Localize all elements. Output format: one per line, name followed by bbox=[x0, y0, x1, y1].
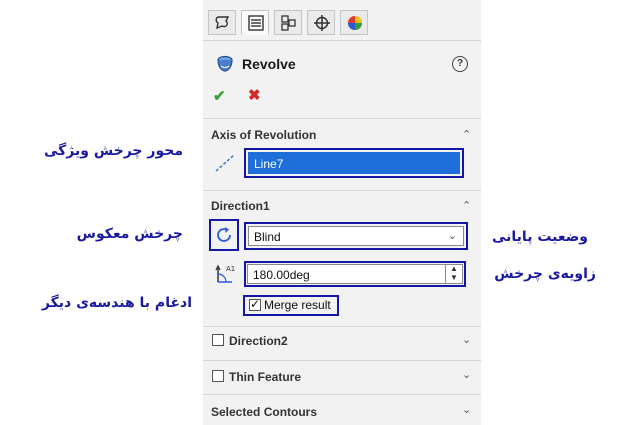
chevron-down-icon[interactable]: ⌄ bbox=[462, 333, 471, 346]
section-divider bbox=[203, 118, 481, 119]
annotation-end-condition: وضعیت پایانی bbox=[492, 229, 588, 245]
angle-value: 180.00deg bbox=[253, 268, 310, 282]
configuration-manager-icon bbox=[281, 15, 296, 31]
svg-text:A1: A1 bbox=[226, 265, 235, 273]
merge-result-checkbox[interactable]: ✓ bbox=[249, 297, 261, 311]
configuration-manager-tab[interactable] bbox=[274, 10, 302, 35]
thin-feature-checkbox[interactable] bbox=[212, 370, 224, 382]
direction2-checkbox[interactable] bbox=[212, 334, 224, 346]
end-condition-value: Blind bbox=[254, 230, 281, 244]
direction2-label[interactable]: Direction2 bbox=[229, 334, 288, 348]
annotation-rotation-angle: زاویه‌ی چرخش bbox=[494, 266, 596, 282]
dimxpert-tab[interactable] bbox=[307, 10, 335, 35]
section-divider bbox=[203, 360, 481, 361]
direction1-section-title[interactable]: Direction1 bbox=[211, 199, 270, 213]
merge-result-label[interactable]: Merge result bbox=[264, 298, 331, 312]
manager-tabs bbox=[203, 0, 481, 41]
axis-selection-box[interactable]: Line7 bbox=[248, 152, 460, 174]
collapse-chevron-up-icon[interactable]: ⌃ bbox=[462, 199, 471, 212]
end-condition-dropdown[interactable]: Blind ⌄ bbox=[248, 226, 464, 246]
revolve-icon bbox=[217, 55, 233, 72]
chevron-down-icon[interactable]: ⌄ bbox=[462, 403, 471, 416]
angle-spinner[interactable]: ▲ ▼ bbox=[445, 264, 462, 283]
feature-manager-icon bbox=[215, 16, 230, 30]
help-icon[interactable]: ? bbox=[452, 56, 468, 72]
section-divider bbox=[203, 326, 481, 327]
chevron-down-icon: ⌄ bbox=[447, 230, 457, 242]
angle-input[interactable]: 180.00deg ▲ ▼ bbox=[247, 264, 463, 284]
collapse-chevron-up-icon[interactable]: ⌃ bbox=[462, 128, 471, 141]
reverse-direction-icon[interactable] bbox=[214, 225, 234, 245]
axis-line-icon bbox=[215, 154, 235, 172]
display-manager-icon bbox=[348, 16, 362, 30]
axis-selection-value: Line7 bbox=[254, 157, 284, 171]
chevron-down-icon[interactable]: ⌄ bbox=[462, 368, 471, 381]
section-divider bbox=[203, 190, 481, 191]
property-manager-panel: Revolve ? ✔ ✖ Axis of Revolution ⌃ Line7… bbox=[203, 0, 481, 425]
cancel-button[interactable]: ✖ bbox=[248, 86, 261, 104]
display-manager-tab[interactable] bbox=[340, 10, 368, 35]
axis-section-title[interactable]: Axis of Revolution bbox=[211, 128, 316, 142]
dimxpert-icon bbox=[314, 15, 330, 31]
spin-down-icon[interactable]: ▼ bbox=[450, 273, 458, 282]
section-divider bbox=[203, 394, 481, 395]
property-manager-tab[interactable] bbox=[241, 10, 269, 35]
thin-feature-label[interactable]: Thin Feature bbox=[229, 370, 301, 384]
page-title: Revolve bbox=[242, 56, 296, 72]
spin-up-icon[interactable]: ▲ bbox=[450, 264, 458, 273]
annotation-merge-geometry: ادغام با هندسه‌ی دیگر bbox=[41, 295, 192, 311]
checkmark-icon: ✓ bbox=[250, 297, 261, 311]
annotation-reverse-direction: چرخش معکوس bbox=[76, 226, 183, 242]
property-manager-icon bbox=[248, 15, 264, 31]
feature-manager-tab[interactable] bbox=[208, 10, 236, 35]
angle-icon: A1 bbox=[215, 264, 235, 283]
feature-title-row: Revolve ? bbox=[203, 50, 481, 80]
annotation-axis-feature: محور چرخش ویژگی bbox=[44, 143, 183, 159]
ok-button[interactable]: ✔ bbox=[213, 87, 226, 105]
selected-contours-title[interactable]: Selected Contours bbox=[211, 405, 317, 419]
